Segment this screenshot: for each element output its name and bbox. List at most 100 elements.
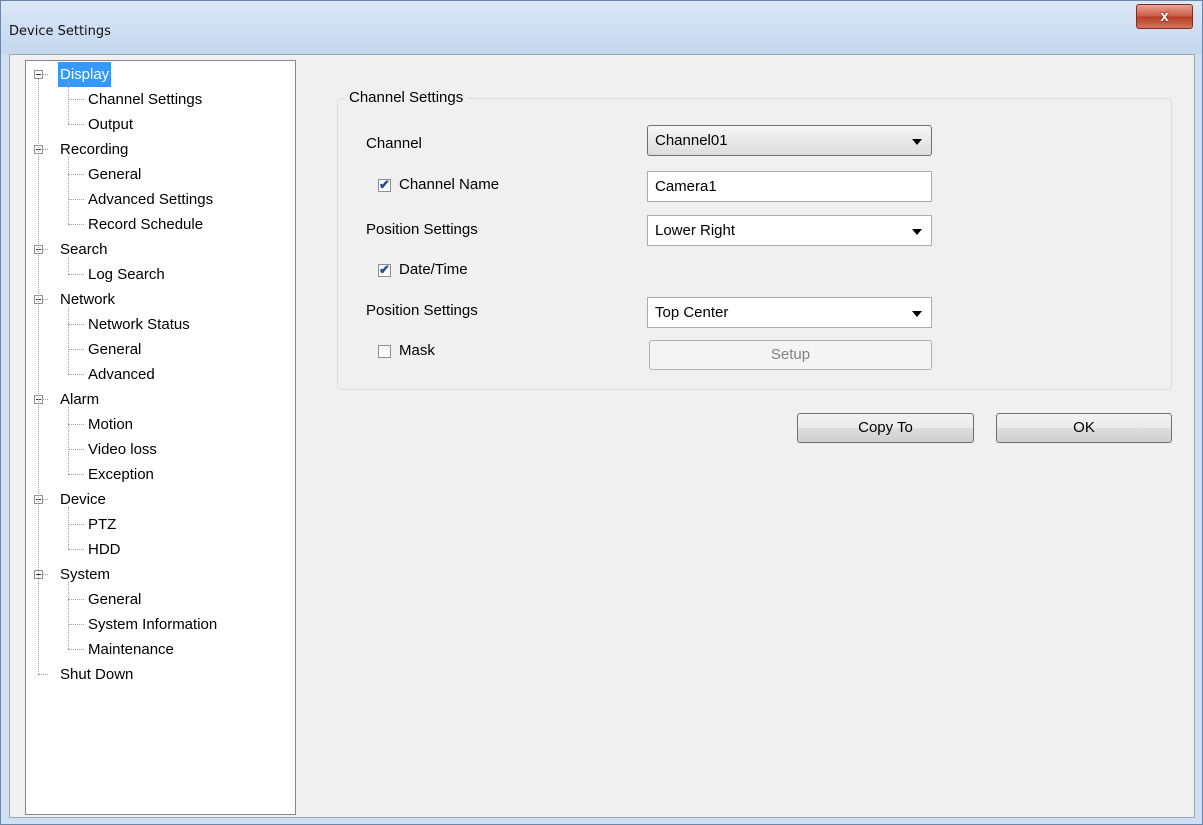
- tree-child-node[interactable]: PTZ: [26, 512, 295, 537]
- tree-child-node[interactable]: Advanced Settings: [26, 187, 295, 212]
- tree-connector: [43, 74, 48, 75]
- tree-node[interactable]: Recording: [26, 137, 295, 162]
- tree-node-label: Log Search: [88, 266, 165, 283]
- tree-child-node[interactable]: Network Status: [26, 312, 295, 337]
- tree-node-label: General: [88, 166, 142, 183]
- tree-node-label: Network Status: [88, 316, 190, 333]
- tree-child-node[interactable]: Channel Settings: [26, 87, 295, 112]
- tree-node[interactable]: Search: [26, 237, 295, 262]
- tree-child-node[interactable]: Exception: [26, 462, 295, 487]
- tree-connector: [68, 274, 84, 275]
- channel-name-input[interactable]: Camera1: [647, 171, 932, 202]
- tree-connector: [43, 574, 48, 575]
- tree-node-label: Output: [88, 116, 134, 133]
- copy-to-button[interactable]: Copy To: [797, 413, 974, 443]
- tree-node-label: Search: [60, 241, 108, 258]
- tree-node[interactable]: Network: [26, 287, 295, 312]
- tree-node-label: HDD: [88, 541, 121, 558]
- tree-connector: [68, 374, 84, 375]
- tree-node-label: Channel Settings: [88, 91, 203, 108]
- tree-connector: [68, 199, 84, 200]
- tree-node[interactable]: Shut Down: [26, 662, 295, 687]
- collapse-icon[interactable]: [34, 70, 43, 79]
- tree-connector: [68, 449, 84, 450]
- setup-button[interactable]: Setup: [649, 340, 932, 370]
- tree-node-label: PTZ: [88, 516, 117, 533]
- ok-button[interactable]: OK: [996, 413, 1172, 443]
- tree-node-label: General: [88, 591, 142, 608]
- channel-name-checkbox[interactable]: ✔: [378, 177, 391, 192]
- tree-connector: [38, 674, 48, 675]
- check-icon: ✔: [379, 177, 390, 192]
- tree-node[interactable]: System: [26, 562, 295, 587]
- mask-checkbox[interactable]: [378, 345, 391, 358]
- tree-child-node[interactable]: Maintenance: [26, 637, 295, 662]
- tree-node-label: General: [88, 341, 142, 358]
- tree-child-node[interactable]: Output: [26, 112, 295, 137]
- tree-connector: [68, 224, 84, 225]
- name-position-value: Lower Right: [655, 222, 736, 239]
- tree-node[interactable]: Alarm: [26, 387, 295, 412]
- tree-child-node[interactable]: General: [26, 587, 295, 612]
- chevron-down-icon: [912, 229, 922, 235]
- channel-value: Channel01: [655, 132, 728, 149]
- tree-child-node[interactable]: General: [26, 337, 295, 362]
- tree-connector: [43, 499, 48, 500]
- tree-child-node[interactable]: Advanced: [26, 362, 295, 387]
- tree-connector: [68, 582, 69, 649]
- tree-connector: [38, 79, 39, 674]
- tree-connector: [68, 124, 84, 125]
- datetime-position-value: Top Center: [655, 304, 729, 321]
- datetime-checkbox[interactable]: ✔: [378, 262, 391, 277]
- channel-dropdown[interactable]: Channel01: [647, 125, 932, 156]
- tree-child-node[interactable]: HDD: [26, 537, 295, 562]
- close-button[interactable]: x: [1136, 4, 1193, 29]
- tree-node-label: Device: [60, 491, 106, 508]
- tree-node-label: Video loss: [88, 441, 157, 458]
- tree-child-node[interactable]: Log Search: [26, 262, 295, 287]
- tree-connector: [43, 399, 48, 400]
- tree-connector: [68, 549, 84, 550]
- tree-connector: [68, 99, 84, 100]
- tree-child-node[interactable]: Record Schedule: [26, 212, 295, 237]
- channel-name-label: Channel Name: [399, 176, 500, 193]
- tree-node-label: Advanced Settings: [88, 191, 214, 208]
- tree-node[interactable]: Display: [26, 62, 295, 87]
- chevron-down-icon: [912, 311, 922, 317]
- tree-connector: [68, 624, 84, 625]
- tree-child-node[interactable]: General: [26, 162, 295, 187]
- tree-connector: [68, 349, 84, 350]
- datetime-label: Date/Time: [399, 261, 468, 278]
- tree-connector: [68, 157, 69, 224]
- tree-connector: [68, 599, 84, 600]
- name-position-dropdown[interactable]: Lower Right: [647, 215, 932, 246]
- tree-connector: [68, 507, 69, 549]
- title-bar[interactable]: Device Settings x: [1, 1, 1202, 54]
- tree-connector: [68, 474, 84, 475]
- settings-tree[interactable]: Display Channel Settings Output Recording Ge…: [25, 60, 296, 815]
- tree-node-label: Exception: [88, 466, 154, 483]
- tree-connector: [43, 299, 48, 300]
- tree-connector: [68, 407, 69, 474]
- datetime-position-dropdown[interactable]: Top Center: [647, 297, 932, 328]
- tree-child-node[interactable]: Motion: [26, 412, 295, 437]
- name-position-label: Position Settings: [366, 221, 478, 238]
- tree-node-label: Maintenance: [88, 641, 174, 658]
- tree-node-label: Shut Down: [60, 666, 134, 683]
- tree-child-node[interactable]: System Information: [26, 612, 295, 637]
- channel-name-value: Camera1: [655, 178, 717, 195]
- tree-node-label: Alarm: [60, 391, 100, 408]
- window-title: Device Settings: [9, 24, 111, 39]
- tree-node-label: Network: [60, 291, 116, 308]
- tree-connector: [68, 82, 69, 124]
- tree-node[interactable]: Device: [26, 487, 295, 512]
- tree-node-label: Display: [58, 62, 112, 87]
- channel-label: Channel: [366, 135, 422, 152]
- tree-connector: [68, 649, 84, 650]
- chevron-down-icon: [912, 139, 922, 145]
- dialog-client-area: Display Channel Settings Output Recording Ge…: [9, 54, 1195, 818]
- tree-node-label: Record Schedule: [88, 216, 204, 233]
- tree-node-label: System Information: [88, 616, 218, 633]
- tree-child-node[interactable]: Video loss: [26, 437, 295, 462]
- tree-connector: [68, 324, 84, 325]
